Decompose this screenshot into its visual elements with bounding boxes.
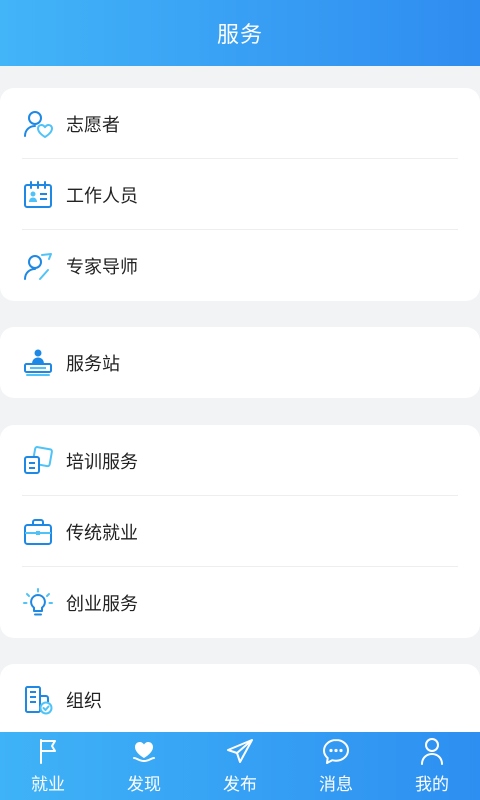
volunteer-icon — [22, 108, 54, 140]
tab-label: 我的 — [415, 775, 449, 795]
service-group-organization: 组织 — [0, 664, 480, 732]
service-group-station: 服务站 — [0, 327, 480, 398]
app-header: 服务 — [0, 0, 480, 66]
menu-item-traditional-employment[interactable]: 传统就业 — [0, 496, 480, 567]
staff-badge-icon — [22, 179, 54, 211]
tab-publish[interactable]: 发布 — [192, 732, 288, 800]
flag-icon — [40, 739, 56, 764]
menu-item-expert-mentor[interactable]: 专家导师 — [0, 230, 480, 301]
organization-icon — [22, 684, 54, 716]
expert-mentor-icon — [22, 250, 54, 282]
page-title: 服务 — [216, 23, 263, 48]
tab-label: 消息 — [319, 775, 353, 795]
menu-item-label: 服务站 — [66, 353, 120, 375]
menu-item-organization[interactable]: 组织 — [0, 664, 480, 732]
service-group-employment: 培训服务 传统就业 创业服务 — [0, 425, 480, 638]
tab-messages[interactable]: 消息 — [288, 732, 384, 800]
menu-item-label: 培训服务 — [66, 451, 138, 473]
menu-item-label: 工作人员 — [66, 185, 138, 207]
tab-label: 发布 — [223, 775, 257, 795]
menu-item-label: 组织 — [66, 690, 102, 712]
service-group-people: 志愿者 工作人员 专家导师 — [0, 88, 480, 301]
menu-item-volunteer[interactable]: 志愿者 — [0, 88, 480, 159]
tab-discover[interactable]: 发现 — [96, 732, 192, 800]
tab-employment[interactable]: 就业 — [0, 732, 96, 800]
menu-item-staff[interactable]: 工作人员 — [0, 159, 480, 230]
tab-label: 就业 — [31, 775, 65, 795]
message-icon — [323, 739, 349, 764]
menu-item-service-station[interactable]: 服务站 — [0, 327, 480, 398]
menu-item-label: 志愿者 — [66, 114, 120, 136]
menu-item-training[interactable]: 培训服务 — [0, 425, 480, 496]
tab-label: 发现 — [127, 775, 161, 795]
briefcase-icon — [22, 516, 54, 548]
menu-item-entrepreneurship[interactable]: 创业服务 — [0, 567, 480, 638]
tab-profile[interactable]: 我的 — [384, 732, 480, 800]
heart-hand-icon — [133, 742, 155, 763]
bottom-tab-bar: 就业 发现 发布 消息 我的 — [0, 732, 480, 800]
menu-item-label: 传统就业 — [66, 522, 138, 544]
user-icon — [421, 738, 443, 765]
menu-item-label: 创业服务 — [66, 593, 138, 615]
training-icon — [22, 445, 54, 477]
service-station-icon — [22, 347, 54, 379]
lightbulb-icon — [22, 587, 54, 619]
menu-item-label: 专家导师 — [66, 256, 138, 278]
send-icon — [227, 739, 253, 763]
service-list: 志愿者 工作人员 专家导师 服务站 培训服务 传统就业 创业服务 组织 — [0, 66, 480, 732]
